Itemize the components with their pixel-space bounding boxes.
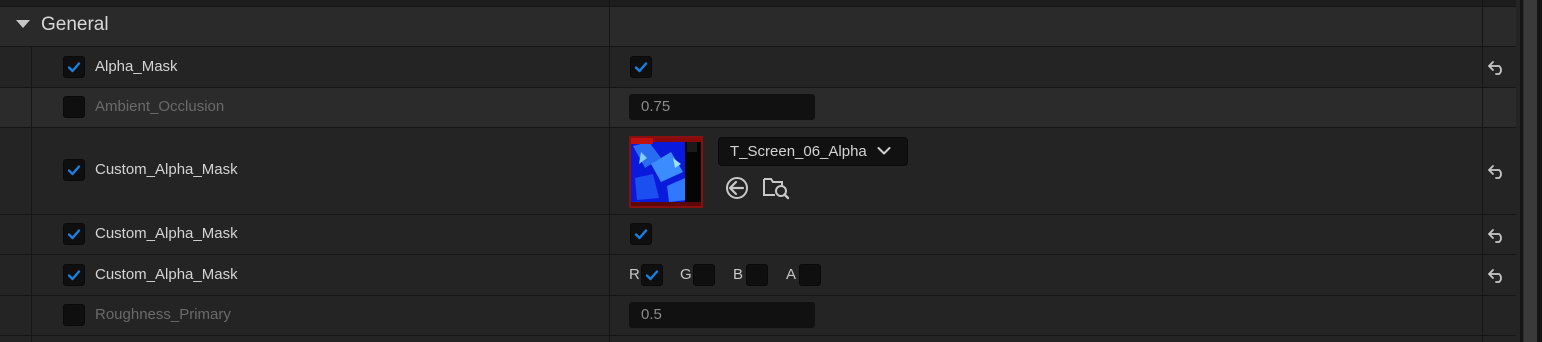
section-header-general[interactable]: General	[0, 0, 1516, 47]
reset-to-default-icon[interactable]	[1487, 59, 1507, 75]
texture-preview-image	[631, 138, 701, 206]
reset-to-default-icon[interactable]	[1487, 163, 1507, 179]
triangle-down-icon[interactable]	[16, 20, 30, 28]
chevron-down-icon	[877, 147, 891, 155]
channel-label-g: G	[680, 266, 692, 283]
property-label: Alpha_Mask	[95, 58, 178, 75]
name-column	[0, 255, 610, 295]
checkmark-icon	[634, 62, 648, 73]
reset-to-default-icon[interactable]	[1487, 267, 1507, 283]
channel-label-a: A	[786, 266, 797, 283]
reset-column	[1482, 0, 1516, 46]
override-checkbox[interactable]	[63, 264, 85, 286]
checkmark-icon	[645, 270, 659, 281]
name-column	[0, 215, 610, 254]
override-checkbox[interactable]	[63, 223, 85, 245]
channel-label-r: R	[629, 266, 640, 283]
value-checkbox[interactable]	[630, 223, 652, 245]
override-checkbox[interactable]	[63, 304, 85, 326]
value-checkbox[interactable]	[630, 56, 652, 78]
property-row: Roughness_Primary 0.5	[0, 296, 1516, 336]
scrollbar-thumb[interactable]	[1523, 0, 1537, 342]
reset-to-default-icon[interactable]	[1487, 227, 1507, 243]
name-column	[0, 88, 610, 127]
name-column	[0, 47, 610, 87]
section-title: General	[41, 14, 109, 35]
checkmark-icon	[67, 229, 81, 240]
reset-column	[1482, 336, 1516, 342]
name-column	[0, 296, 610, 335]
channel-checkbox-a[interactable]	[799, 264, 821, 286]
checkmark-icon	[67, 270, 81, 281]
override-checkbox[interactable]	[63, 96, 85, 118]
channel-checkbox-r[interactable]	[641, 264, 663, 286]
checkmark-icon	[67, 165, 81, 176]
override-checkbox[interactable]	[63, 56, 85, 78]
override-checkbox[interactable]	[63, 159, 85, 181]
property-row: Alpha_Mask	[0, 47, 1516, 88]
channel-label-b: B	[733, 266, 744, 283]
property-row: Custom_Alpha_Mask	[0, 215, 1516, 255]
use-selected-asset-icon[interactable]	[724, 175, 750, 201]
reset-column	[1482, 296, 1516, 335]
property-label: Custom_Alpha_Mask	[95, 225, 238, 242]
checkmark-icon	[67, 62, 81, 73]
channel-checkbox-b[interactable]	[746, 264, 768, 286]
asset-picker-dropdown[interactable]: T_Screen_06_Alpha	[718, 137, 908, 166]
asset-name: T_Screen_06_Alpha	[730, 143, 867, 160]
property-row-partial	[0, 336, 1516, 342]
value-field[interactable]: 0.75	[629, 94, 815, 120]
browse-to-asset-icon[interactable]	[762, 174, 790, 200]
texture-thumbnail[interactable]	[629, 136, 703, 208]
name-column	[0, 336, 610, 342]
checkmark-icon	[634, 229, 648, 240]
property-label: Custom_Alpha_Mask	[95, 266, 238, 283]
channel-checkbox-g[interactable]	[693, 264, 715, 286]
property-label: Custom_Alpha_Mask	[95, 161, 238, 178]
property-row: Ambient_Occlusion 0.75	[0, 88, 1516, 128]
value-field[interactable]: 0.5	[629, 302, 815, 328]
property-label: Ambient_Occlusion	[95, 98, 225, 115]
reset-column	[1482, 88, 1516, 127]
name-column	[0, 128, 610, 214]
property-row: Custom_Alpha_Mask R G B A	[0, 255, 1516, 296]
property-label: Roughness_Primary	[95, 306, 231, 323]
